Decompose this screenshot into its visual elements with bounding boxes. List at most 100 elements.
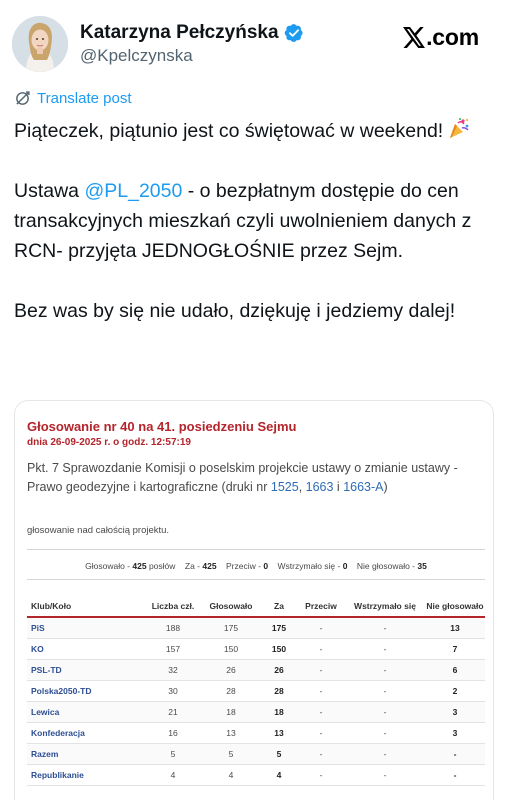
club-name-cell[interactable]: Razem xyxy=(27,743,145,765)
table-cell: - xyxy=(345,617,425,639)
summary-value: 425 xyxy=(132,561,147,571)
table-cell: - xyxy=(345,701,425,723)
club-name-cell[interactable]: Polska2050-TD xyxy=(27,680,145,702)
vote-date: dnia 26-09-2025 r. o godz. 12:57:19 xyxy=(27,437,191,448)
print-link-1525: 1525 xyxy=(270,480,299,494)
table-row: Razem 5 5 5- - - xyxy=(27,743,485,765)
table-cell: 3 xyxy=(425,722,485,744)
club-name-cell[interactable]: Konfederacja xyxy=(27,722,145,744)
summary-label: Przeciw - xyxy=(226,561,261,571)
col-liczba: Liczba czł. xyxy=(145,595,201,618)
print-link-1663a: 1663-A xyxy=(343,480,384,494)
avatar-photo xyxy=(12,16,68,72)
col-przeciw: Przeciw xyxy=(297,595,345,618)
table-row: KO 157 150 150- -7 xyxy=(27,638,485,660)
table-cell: 5 xyxy=(145,743,201,765)
x-com-brand: .com xyxy=(403,24,479,51)
table-cell: 175 xyxy=(261,617,297,639)
table-cell: - xyxy=(345,743,425,765)
table-row: PiS 188 175 175- -13 xyxy=(27,617,485,639)
post-body: Piąteczek, piątunio jest co świętować w … xyxy=(14,116,494,326)
table-cell: - xyxy=(297,680,345,702)
table-cell: 18 xyxy=(261,701,297,723)
table-cell: 175 xyxy=(201,617,261,639)
vote-desc-text: ) xyxy=(383,480,388,494)
table-cell: 4 xyxy=(201,764,261,786)
table-cell: 30 xyxy=(145,680,201,702)
table-cell: 188 xyxy=(145,617,201,639)
table-cell: 28 xyxy=(261,680,297,702)
col-nie-glosowalo: Nie głosowało xyxy=(425,595,485,618)
table-cell: 21 xyxy=(145,701,201,723)
verified-badge-icon xyxy=(284,24,303,42)
table-cell: 5 xyxy=(201,743,261,765)
table-cell: 13 xyxy=(261,722,297,744)
post-paragraph-3: Bez was by się nie udało, dziękuję i jed… xyxy=(14,300,456,322)
table-cell: 13 xyxy=(425,617,485,639)
vote-desc-sep: , xyxy=(298,480,306,494)
table-cell: 13 xyxy=(201,722,261,744)
table-row: Polska2050-TD 30 28 28- -2 xyxy=(27,680,485,702)
table-row: PSL-TD 32 26 26- -6 xyxy=(27,659,485,681)
table-cell: - xyxy=(425,764,485,786)
vote-subtitle: głosowanie nad całością projektu. xyxy=(27,525,170,536)
table-cell: - xyxy=(345,680,425,702)
table-cell: - xyxy=(345,659,425,681)
summary-label: Głosowało - xyxy=(85,561,131,571)
avatar[interactable] xyxy=(12,16,68,72)
mention-link[interactable]: @PL_2050 xyxy=(84,180,182,202)
translate-post-link[interactable]: Translate post xyxy=(14,90,132,107)
col-wstrzymalo: Wstrzymało się xyxy=(345,595,425,618)
table-row: Konfederacja 16 13 13- -3 xyxy=(27,722,485,744)
table-cell: 3 xyxy=(425,701,485,723)
table-cell: - xyxy=(297,743,345,765)
table-cell: - xyxy=(345,638,425,660)
table-row: Lewica 21 18 18- -3 xyxy=(27,701,485,723)
club-name-cell[interactable]: KO xyxy=(27,638,145,660)
table-cell: 157 xyxy=(145,638,201,660)
table-cell: - xyxy=(297,617,345,639)
club-name-cell[interactable]: PiS xyxy=(27,617,145,639)
x-com-domain: .com xyxy=(426,24,479,50)
author-display-name[interactable]: Katarzyna Pełczyńska xyxy=(80,22,279,44)
party-popper-icon xyxy=(450,117,469,138)
table-cell: - xyxy=(297,701,345,723)
vote-desc-text: Pkt. 7 Sprawozdanie Komisji o poselskim … xyxy=(27,461,458,494)
club-name-cell[interactable]: Lewica xyxy=(27,701,145,723)
table-cell: 4 xyxy=(145,764,201,786)
post-media-image[interactable]: Głosowanie nr 40 na 41. posiedzeniu Sejm… xyxy=(14,400,494,800)
table-cell: 28 xyxy=(201,680,261,702)
x-logo-icon xyxy=(403,27,426,48)
table-cell: 26 xyxy=(201,659,261,681)
table-cell: 150 xyxy=(201,638,261,660)
vote-title: Głosowanie nr 40 na 41. posiedzeniu Sejm… xyxy=(27,419,297,434)
table-header-row: Klub/Koło Liczba czł. Głosowało Za Przec… xyxy=(27,595,485,618)
table-cell: 5 xyxy=(261,743,297,765)
author-handle[interactable]: @Kpelczynska xyxy=(80,46,193,66)
col-glosowalo: Głosowało xyxy=(201,595,261,618)
table-cell: - xyxy=(297,764,345,786)
table-cell: 2 xyxy=(425,680,485,702)
table-cell: 32 xyxy=(145,659,201,681)
club-name-cell[interactable]: Republikanie xyxy=(27,764,145,786)
vote-desc-sep: i xyxy=(333,480,344,494)
table-body: PiS 188 175 175- -13 KO 157 150 150- -7 PSL-TD 32 26… xyxy=(27,617,485,786)
summary-value: 35 xyxy=(417,561,427,571)
post-line-1: Piąteczek, piątunio jest co świętować w … xyxy=(14,120,444,142)
table-cell: - xyxy=(345,764,425,786)
vote-description: Pkt. 7 Sprawozdanie Komisji o poselskim … xyxy=(27,459,487,497)
table-cell: 18 xyxy=(201,701,261,723)
summary-label: Za - xyxy=(184,561,200,571)
summary-value: 0 xyxy=(342,561,348,571)
summary-label: Wstrzymało się - xyxy=(277,561,341,571)
table-cell: 16 xyxy=(145,722,201,744)
author-name-row[interactable]: Katarzyna Pełczyńska xyxy=(80,22,304,44)
table-row: Republikanie 4 4 4- - - xyxy=(27,764,485,786)
table-cell: - xyxy=(297,638,345,660)
summary-label: Nie głosowało - xyxy=(356,561,416,571)
translate-label[interactable]: Translate post xyxy=(37,90,132,107)
table-cell: 150 xyxy=(261,638,297,660)
table-cell: - xyxy=(425,743,485,765)
club-name-cell[interactable]: PSL-TD xyxy=(27,659,145,681)
vote-summary: Głosowało - 425 posłów Za - 425 Przeciw … xyxy=(27,561,485,571)
